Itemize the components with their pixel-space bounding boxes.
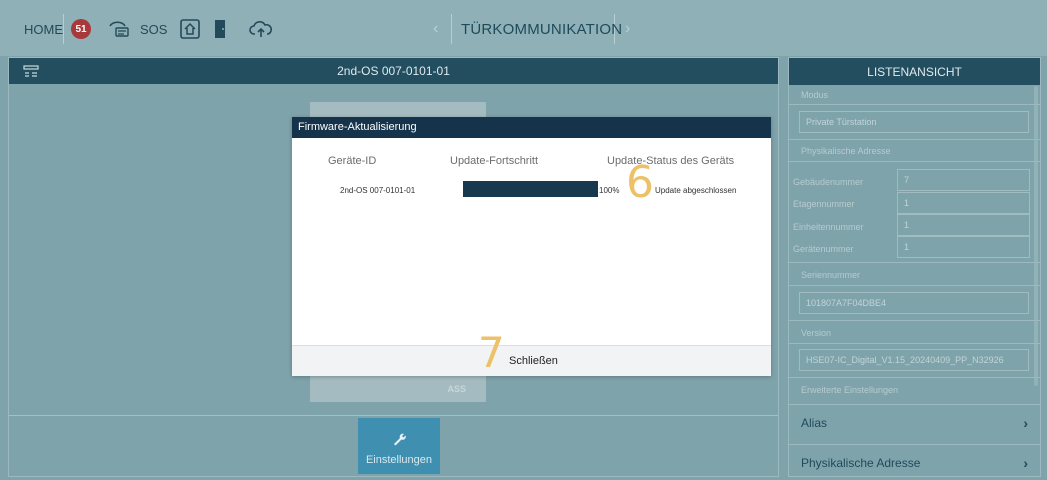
update-status-cell: Update abgeschlossen <box>655 186 737 195</box>
prev-page-button[interactable]: ‹ <box>433 20 438 38</box>
unit-number-label: Einheitennummer <box>793 222 864 232</box>
dialog-footer: 7 Schließen <box>292 332 771 376</box>
mode-label: Modus <box>801 90 829 100</box>
serial-number-field[interactable]: 101807A7F04DBE4 <box>799 292 1029 314</box>
wrench-icon <box>394 433 406 446</box>
divider <box>789 139 1040 140</box>
home-button[interactable]: HOME <box>24 22 63 37</box>
intercom-icon[interactable] <box>107 17 131 41</box>
door-icon[interactable] <box>208 17 232 41</box>
progress-percent: 100% <box>599 186 620 195</box>
divider <box>789 262 1040 263</box>
version-label: Version <box>801 328 832 338</box>
floor-number-label: Etagennummer <box>793 199 855 209</box>
alias-row[interactable]: Alias › <box>789 404 1040 440</box>
scrollbar[interactable] <box>1034 86 1038 386</box>
building-number-label: Gebäudenummer <box>793 177 864 187</box>
advanced-settings-label: Erweiterte Einstellungen <box>801 385 899 395</box>
divider <box>789 320 1040 321</box>
column-header-progress: Update-Fortschritt <box>450 155 539 167</box>
divider <box>789 377 1040 378</box>
next-page-button[interactable]: › <box>625 20 630 38</box>
device-name: 2nd-OS 007-0101-01 <box>337 64 450 78</box>
sos-button[interactable]: SOS <box>140 22 167 37</box>
alias-label: Alias <box>801 415 828 430</box>
chevron-right-icon: › <box>1023 414 1028 431</box>
divider <box>789 285 1040 286</box>
floor-number-field[interactable]: 1 <box>897 192 1030 214</box>
divider <box>789 161 1040 162</box>
list-view-panel: LISTENANSICHT Modus Private Türstation P… <box>788 57 1041 477</box>
physical-address-link-label: Physikalische Adresse <box>801 455 921 470</box>
dialog-title: Firmware-Aktualisierung <box>292 117 771 138</box>
device-id-cell: 2nd-OS 007-0101-01 <box>340 186 416 195</box>
mode-field[interactable]: Private Türstation <box>799 111 1029 133</box>
phys-address-label: Physikalische Adresse <box>801 146 891 156</box>
device-tile-label: ASS <box>310 376 486 402</box>
update-progress-bar <box>463 181 598 197</box>
divider <box>63 14 64 44</box>
device-number-field[interactable]: 1 <box>897 236 1030 258</box>
building-number-field[interactable]: 7 <box>897 169 1030 191</box>
physical-address-row[interactable]: Physikalische Adresse › <box>789 444 1040 476</box>
top-bar: HOME 51 SOS ‹ TÜRKOMMUNIKATION › <box>0 0 1047 56</box>
divider <box>789 104 1040 105</box>
version-field[interactable]: HSE07-IC_Digital_V1.15_20240409_PP_N3292… <box>799 349 1029 371</box>
divider <box>789 343 1040 344</box>
list-view-header: LISTENANSICHT <box>789 58 1040 85</box>
cloud-upload-icon[interactable] <box>249 17 273 41</box>
annotation-marker-6: 6 <box>626 157 654 208</box>
serial-number-label: Seriennummer <box>801 270 861 280</box>
notification-badge[interactable]: 51 <box>71 19 91 39</box>
unit-number-field[interactable]: 1 <box>897 214 1030 236</box>
panel-menu-icon[interactable] <box>23 64 39 78</box>
column-header-device-id: Geräte-ID <box>328 155 377 167</box>
device-number-label: Gerätenummer <box>793 244 854 254</box>
settings-button-label: Einstellungen <box>365 454 433 466</box>
home-alert-icon[interactable] <box>178 17 202 41</box>
annotation-marker-7: 7 <box>478 328 505 377</box>
page-title: TÜRKOMMUNIKATION <box>461 21 623 38</box>
update-progress-fill <box>463 181 598 197</box>
divider <box>451 14 452 44</box>
device-panel-header: 2nd-OS 007-0101-01 <box>9 58 778 84</box>
close-button[interactable]: Schließen <box>509 355 558 367</box>
divider <box>9 415 778 416</box>
firmware-update-dialog: Firmware-Aktualisierung Geräte-ID Update… <box>292 117 771 376</box>
chevron-right-icon: › <box>1023 454 1028 471</box>
settings-button[interactable]: Einstellungen <box>358 418 440 474</box>
